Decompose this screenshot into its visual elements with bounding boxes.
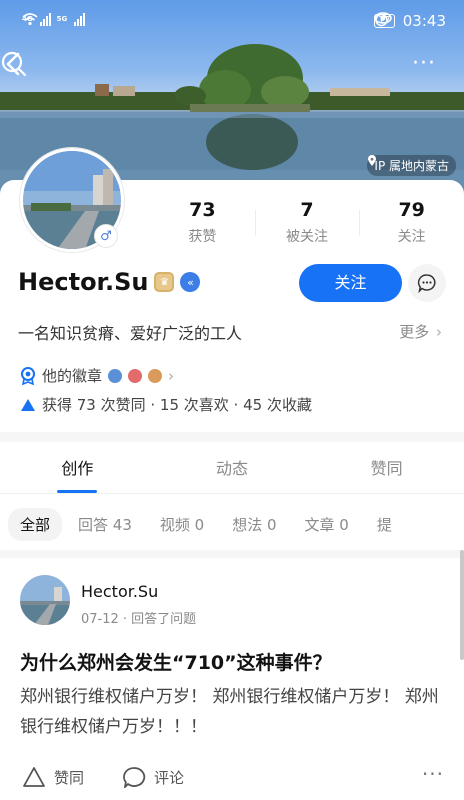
status-bar: 4G 5G 17 03:43	[0, 0, 464, 42]
medal-icon	[21, 366, 35, 385]
post-avatar[interactable]	[20, 575, 70, 625]
scrollbar[interactable]	[460, 550, 464, 660]
stat-likes-value: 73	[189, 199, 216, 221]
post-author[interactable]: Hector.Su	[81, 582, 158, 601]
follow-button[interactable]: 关注	[299, 264, 402, 302]
filter-articles[interactable]: 文章 0	[293, 508, 361, 541]
top-nav: ···	[0, 50, 464, 86]
stat-followers-label: 被关注	[286, 229, 328, 245]
medal-red-icon	[128, 368, 143, 383]
chevron-right-icon: ›	[436, 323, 442, 341]
stat-likes[interactable]: 73 获赞	[150, 198, 255, 254]
triangle-up-icon	[21, 398, 35, 411]
post-excerpt[interactable]: 郑州银行维权储户万岁！ 郑州银行维权储户万岁！ 郑州银行维权储户万岁！！！	[20, 682, 440, 742]
post-actions: 赞同 评论 ···	[0, 760, 464, 796]
triangle-up-outline-icon	[23, 767, 45, 787]
medal-orange-icon	[148, 368, 163, 383]
list-item[interactable]: Hector.Su 07-12 · 回答了问题 为什么郑州会发生“710”这种事…	[0, 560, 464, 800]
filter-videos[interactable]: 视频 0	[148, 508, 216, 541]
chevron-right-icon: ›	[168, 366, 175, 385]
profile-stats: 73 获赞 7 被关注 79 关注	[150, 198, 464, 254]
wifi-icon	[22, 13, 38, 26]
tab-activity[interactable]: 动态	[155, 444, 310, 493]
tab-upvotes[interactable]: 赞同	[309, 444, 464, 493]
level-badge-icon[interactable]: «	[180, 272, 201, 292]
stat-likes-label: 获赞	[188, 229, 217, 245]
medal-blue-icon	[108, 368, 123, 383]
stat-followers[interactable]: 7 被关注	[254, 198, 360, 254]
name-row: Hector.Su ♛ «	[18, 268, 201, 296]
post-more-icon[interactable]: ···	[422, 762, 444, 786]
signal-icon-2	[74, 12, 86, 26]
like-button[interactable]: 赞同	[22, 766, 84, 788]
comment-icon	[123, 767, 146, 788]
network-label-2: 5G	[56, 15, 68, 23]
filter-all[interactable]: 全部	[8, 507, 63, 541]
content-filters: 全部 回答 43 视频 0 想法 0 文章 0 提	[0, 504, 464, 544]
list-divider	[0, 550, 464, 558]
bio-more-label: 更多	[399, 323, 430, 341]
post-meta: 07-12 · 回答了问题	[81, 612, 197, 627]
tab-creations[interactable]: 创作	[0, 444, 155, 493]
more-icon[interactable]: ···	[412, 53, 444, 82]
stat-following[interactable]: 79 关注	[359, 198, 464, 254]
post-avatar-image	[20, 575, 70, 625]
filter-answers[interactable]: 回答 43	[66, 508, 144, 541]
section-divider	[0, 432, 464, 442]
location-text: IP 属地内蒙古	[374, 159, 449, 173]
clock: 03:43	[402, 12, 446, 30]
search-icon[interactable]	[0, 50, 28, 78]
chat-icon	[417, 274, 436, 293]
gender-male-icon: ♂	[94, 224, 118, 248]
comment-button[interactable]: 评论	[122, 766, 184, 788]
post-title[interactable]: 为什么郑州会发生“710”这种事件？	[20, 648, 332, 675]
stat-followers-value: 7	[300, 199, 314, 221]
medals-row[interactable]: 他的徽章 ›	[20, 365, 174, 386]
location-badge: IP 属地内蒙古	[367, 155, 456, 176]
achievements-text: 获得 73 次赞同 · 15 次喜欢 · 45 次收藏	[42, 396, 312, 414]
bio-text: 一名知识贫瘠、爱好广泛的工人	[18, 324, 243, 343]
bio-more-link[interactable]: 更多 ›	[399, 321, 442, 342]
like-label: 赞同	[54, 768, 85, 787]
filter-thoughts[interactable]: 想法 0	[220, 508, 288, 541]
location-icon	[368, 155, 377, 166]
message-button[interactable]	[408, 264, 446, 302]
comment-label: 评论	[154, 768, 185, 787]
alarm-icon	[375, 13, 388, 27]
achievements-row: 获得 73 次赞同 · 15 次喜欢 · 45 次收藏	[20, 394, 312, 415]
medals-label: 他的徽章	[42, 367, 103, 385]
filter-questions[interactable]: 提	[365, 508, 404, 541]
signal-icon	[39, 12, 51, 26]
profile-tabs: 创作 动态 赞同	[0, 444, 464, 494]
stat-following-value: 79	[398, 199, 425, 221]
stat-following-label: 关注	[397, 229, 426, 245]
crown-badge-icon[interactable]: ♛	[154, 272, 175, 292]
profile-name: Hector.Su	[18, 268, 149, 296]
